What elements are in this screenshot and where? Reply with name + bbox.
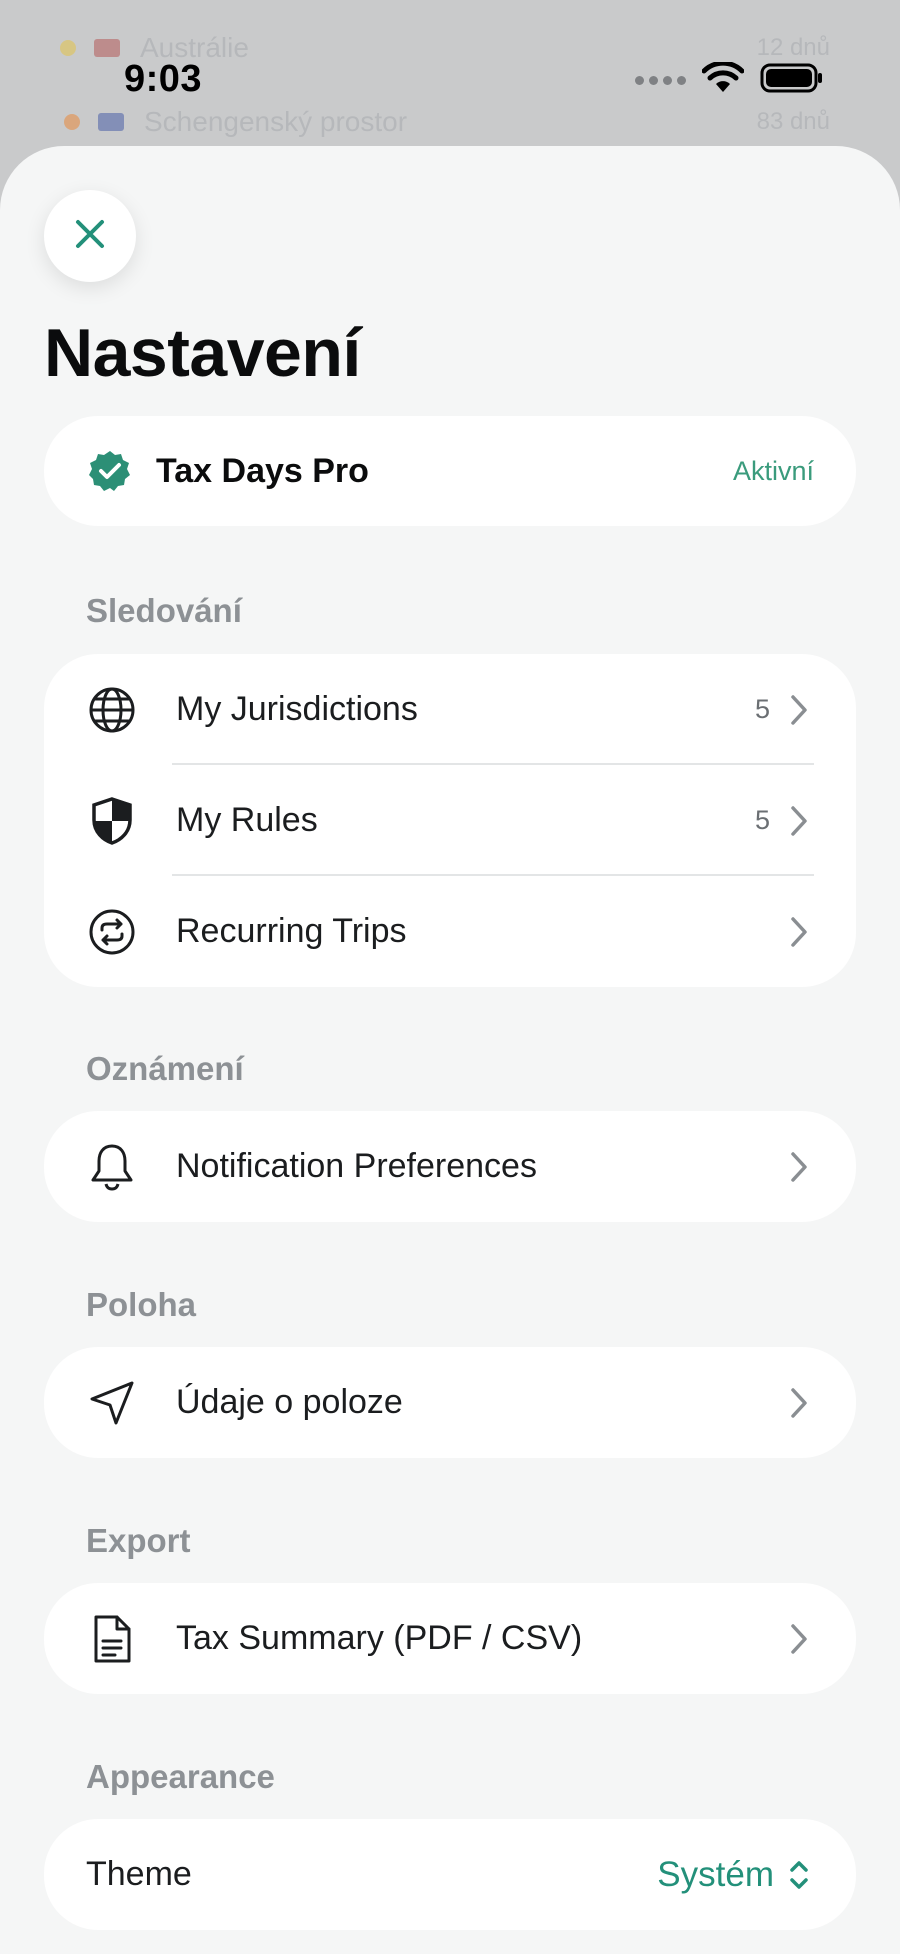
status-icons (635, 60, 824, 99)
chevron-right-icon (784, 912, 814, 952)
flag-icon (98, 113, 124, 131)
settings-item-location-data[interactable]: Údaje o poloze (44, 1347, 856, 1458)
background-row-value: 12 dnů (756, 34, 830, 61)
pro-label: Tax Days Pro (156, 451, 369, 490)
pro-row[interactable]: Tax Days Pro Aktivní (44, 416, 856, 526)
export-card: Tax Summary (PDF / CSV) (44, 1583, 856, 1694)
close-button[interactable] (44, 190, 136, 282)
verified-badge-icon (86, 445, 134, 497)
theme-label: Theme (86, 1855, 192, 1893)
settings-item-label: My Jurisdictions (176, 690, 418, 728)
chevron-up-down-icon[interactable] (784, 1855, 814, 1895)
pro-status-badge: Aktivní (732, 455, 814, 486)
tracking-card: My Jurisdictions 5 My Rules 5 Recurring … (44, 654, 856, 987)
status-dot (60, 40, 76, 56)
page-title: Nastavení (44, 315, 361, 391)
settings-item-notification-preferences[interactable]: Notification Preferences (44, 1111, 856, 1222)
chevron-right-icon (784, 801, 814, 841)
item-count: 5 (754, 805, 770, 835)
settings-sheet: Nastavení Tax Days Pro Aktivní Sledování (0, 146, 900, 1954)
battery-icon (760, 62, 824, 99)
chevron-right-icon (784, 1383, 814, 1423)
document-icon (86, 1613, 138, 1665)
settings-item-rules[interactable]: My Rules 5 (44, 765, 856, 876)
section-header-tracking: Sledování (86, 592, 242, 629)
settings-item-label: Údaje o poloze (176, 1383, 403, 1421)
settings-item-label: Tax Summary (PDF / CSV) (176, 1619, 583, 1657)
settings-item-label: My Rules (176, 801, 318, 839)
status-dot (64, 114, 80, 130)
theme-select-value[interactable]: Systém (657, 1855, 774, 1895)
bell-icon (86, 1141, 138, 1193)
settings-item-tax-summary[interactable]: Tax Summary (PDF / CSV) (44, 1583, 856, 1694)
section-header-location: Poloha (86, 1286, 197, 1323)
item-count: 5 (754, 694, 770, 724)
pro-card[interactable]: Tax Days Pro Aktivní (44, 416, 856, 526)
background-row-name: Schengenský prostor (144, 106, 408, 137)
signal-icon (635, 76, 686, 85)
status-time: 9:03 (124, 58, 203, 100)
theme-row[interactable]: Theme Systém (44, 1819, 856, 1930)
chevron-right-icon (784, 1147, 814, 1187)
background-row-name: Austrálie (140, 32, 249, 63)
settings-item-label: Notification Preferences (176, 1147, 537, 1185)
settings-item-label: Recurring Trips (176, 912, 407, 950)
globe-icon (86, 684, 138, 736)
chevron-right-icon (784, 1619, 814, 1659)
settings-item-jurisdictions[interactable]: My Jurisdictions 5 (44, 654, 856, 765)
appearance-card: Theme Systém (44, 1819, 856, 1930)
background-row-value: 83 dnů (756, 108, 830, 135)
wifi-icon (701, 60, 745, 99)
background-row: Schengenský prostor 83 dnů (64, 92, 830, 152)
section-header-notifications: Oznámení (86, 1050, 244, 1087)
section-header-export: Export (86, 1522, 191, 1559)
recurring-icon (86, 906, 138, 958)
close-icon (73, 217, 107, 256)
location-card: Údaje o poloze (44, 1347, 856, 1458)
section-header-appearance: Appearance (86, 1758, 275, 1795)
flag-icon (94, 39, 120, 57)
location-arrow-icon (86, 1377, 138, 1429)
notifications-card: Notification Preferences (44, 1111, 856, 1222)
chevron-right-icon (784, 690, 814, 730)
settings-item-recurring-trips[interactable]: Recurring Trips (44, 876, 856, 987)
shield-icon (86, 795, 138, 847)
